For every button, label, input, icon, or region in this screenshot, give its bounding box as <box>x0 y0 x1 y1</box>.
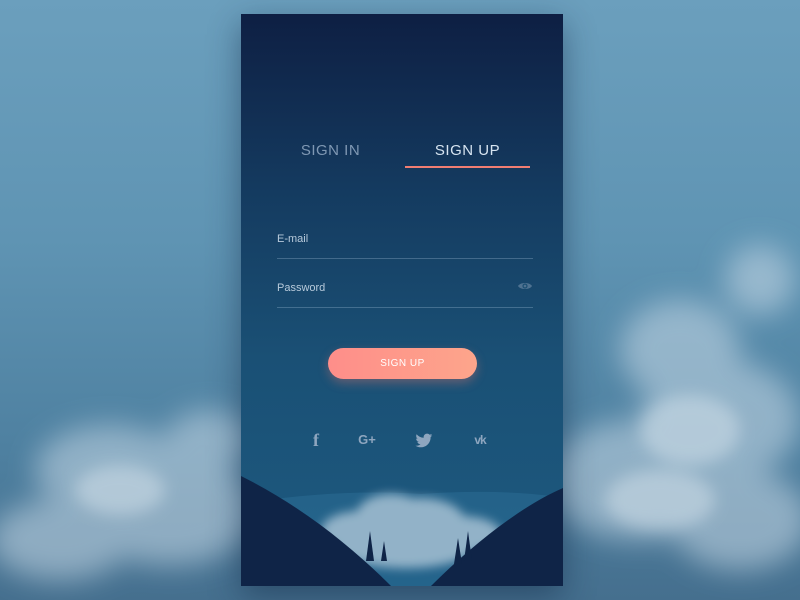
active-tab-indicator <box>405 166 530 168</box>
password-field-wrapper <box>277 277 533 308</box>
tab-sign-up[interactable]: SIGN UP <box>405 140 530 182</box>
auth-tabs: SIGN IN SIGN UP <box>241 140 563 184</box>
tab-sign-up-label: SIGN UP <box>434 142 501 159</box>
tab-sign-in[interactable]: SIGN IN <box>268 140 393 182</box>
google-plus-icon[interactable]: G+ <box>355 430 379 450</box>
vk-icon[interactable]: vk <box>468 430 492 450</box>
sign-up-button[interactable]: SIGN UP <box>328 348 477 379</box>
email-field[interactable] <box>277 228 507 250</box>
email-field-wrapper <box>277 228 533 259</box>
mountain-landscape <box>241 476 563 586</box>
eye-icon[interactable] <box>517 279 533 293</box>
password-field[interactable] <box>277 277 507 299</box>
signup-card: SIGN IN SIGN UP SIGN UP f G+ vk <box>241 14 563 586</box>
tab-sign-in-label: SIGN IN <box>300 142 361 159</box>
facebook-icon[interactable]: f <box>304 430 328 450</box>
twitter-icon[interactable] <box>412 430 436 450</box>
